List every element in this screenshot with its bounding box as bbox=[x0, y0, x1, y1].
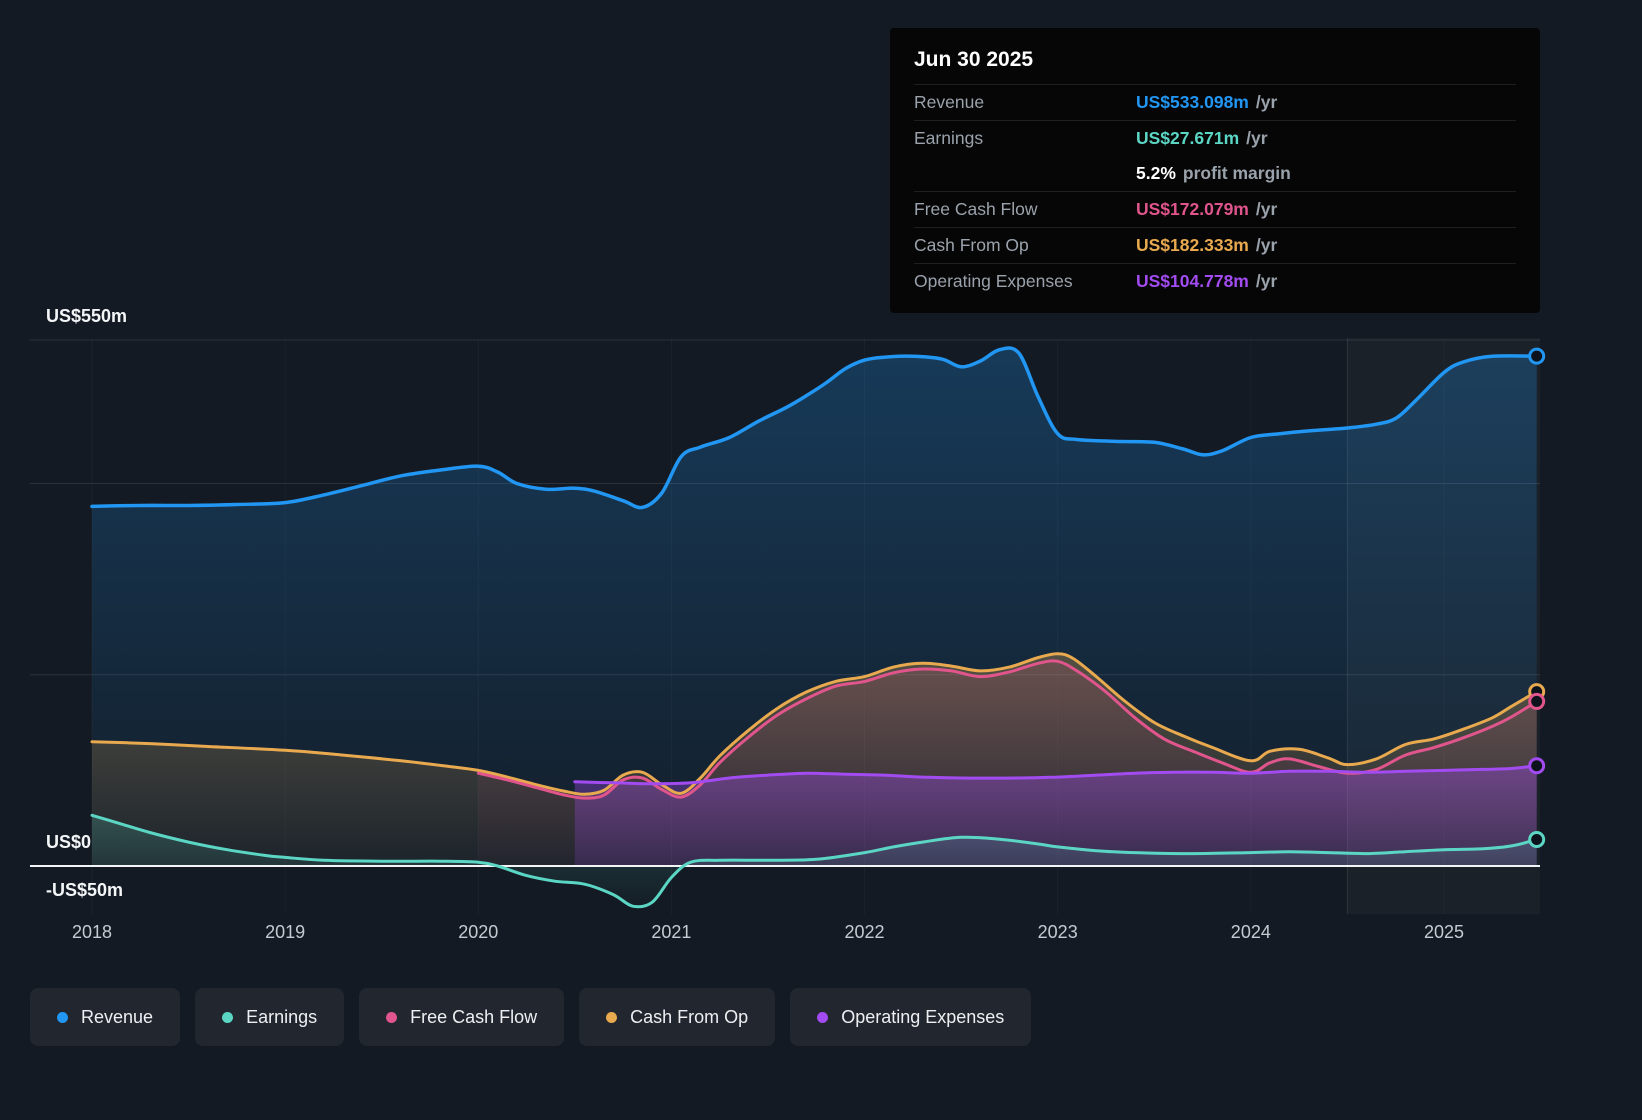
x-axis-label-2024: 2024 bbox=[1230, 922, 1271, 942]
tooltip-row-value: US$172.079m bbox=[1136, 199, 1249, 219]
legend-dot-icon bbox=[606, 1011, 618, 1023]
tooltip-row-value: US$27.671m bbox=[1136, 128, 1240, 148]
x-axis-label-2019: 2019 bbox=[265, 922, 306, 942]
tooltip-row-label: Earnings bbox=[914, 128, 984, 148]
tooltip-date: Jun 30 2025 bbox=[914, 48, 1034, 71]
legend-item-revenue[interactable]: Revenue bbox=[30, 988, 181, 1046]
legend-label: Cash From Op bbox=[630, 1006, 749, 1027]
legend-item-earnings[interactable]: Earnings bbox=[195, 988, 345, 1046]
end-marker-operating-expenses[interactable] bbox=[1528, 757, 1546, 775]
end-marker-revenue[interactable] bbox=[1528, 347, 1546, 365]
legend-label: Free Cash Flow bbox=[410, 1006, 538, 1027]
tooltip-rows: Revenue US$533.098m/yr Earnings US$27.671m /… bbox=[914, 84, 1516, 299]
tooltip-row-value: US$533.098m bbox=[1136, 92, 1249, 112]
tooltip-row-suffix: /yr bbox=[1246, 128, 1268, 148]
tooltip-row-label: Cash From Op bbox=[914, 235, 1029, 255]
tooltip-row-value: US$104.778m bbox=[1136, 271, 1249, 291]
x-axis-label-2022: 2022 bbox=[844, 922, 885, 942]
tooltip-row-suffix: profit margin bbox=[1182, 163, 1291, 183]
legend-label: Earnings bbox=[246, 1006, 318, 1027]
legend: Revenue Earnings Free Cash Flow Cash From O… bbox=[30, 988, 1032, 1046]
y-axis-label: US$0 bbox=[46, 832, 92, 852]
series-areas bbox=[92, 348, 1537, 907]
legend-item-cash-from-op[interactable]: Cash From Op bbox=[579, 988, 776, 1046]
financials-chart-page: Jun 30 2025 Revenue US$533.098m/yr Earning… bbox=[0, 0, 1642, 1120]
tooltip-row-suffix: /yr bbox=[1255, 199, 1278, 219]
tooltip-row-earnings: Earnings US$27.671m/yr bbox=[914, 120, 1516, 156]
tooltip-panel: Jun 30 2025 Revenue US$533.098m/yr Earning… bbox=[890, 28, 1540, 313]
tooltip-row-suffix: /yr bbox=[1255, 92, 1278, 112]
tooltip-row-suffix: /yr bbox=[1255, 271, 1278, 291]
tooltip-row-free-cash-flow: Free Cash Flow US$172.079m/yr bbox=[914, 191, 1516, 227]
legend-label: Operating Expenses bbox=[841, 1006, 1005, 1027]
tooltip-row-cash-from-op: Cash From Op US$182.333m/yr bbox=[914, 227, 1516, 263]
tooltip-row-label: Revenue bbox=[914, 92, 985, 112]
legend-item-operating-expenses[interactable]: Operating Expenses bbox=[790, 988, 1032, 1046]
tooltip-row-value: 5.2% bbox=[1136, 163, 1176, 183]
tooltip-row-profit-margin: 5.2% profit margin bbox=[914, 156, 1516, 191]
legend-dot-icon bbox=[222, 1011, 234, 1023]
end-marker-earnings[interactable] bbox=[1528, 831, 1546, 849]
tooltip-row-operating-expenses: Operating Expenses US$104.778m/yr bbox=[914, 263, 1516, 299]
tooltip-row-label: Operating Expenses bbox=[914, 271, 1073, 291]
end-marker-free-cash-flow[interactable] bbox=[1528, 692, 1546, 710]
legend-dot-icon bbox=[57, 1011, 68, 1023]
x-axis-label-2021: 2021 bbox=[651, 922, 692, 942]
tooltip-row-suffix: /yr bbox=[1255, 235, 1278, 255]
y-axis-label: -US$50m bbox=[46, 879, 124, 900]
x-axis-label-2023: 2023 bbox=[1037, 922, 1078, 942]
x-axis-label-2020: 2020 bbox=[458, 922, 499, 942]
tooltip-row-revenue: Revenue US$533.098m/yr bbox=[914, 84, 1516, 120]
legend-item-free-cash-flow[interactable]: Free Cash Flow bbox=[359, 988, 565, 1046]
legend-dot-icon bbox=[817, 1011, 829, 1023]
legend-dot-icon bbox=[386, 1011, 398, 1023]
tooltip-row-value: US$182.333m bbox=[1136, 235, 1249, 255]
x-axis-label-2018: 2018 bbox=[71, 922, 113, 942]
x-axis-label-2025: 2025 bbox=[1423, 922, 1464, 942]
tooltip-row-label: Free Cash Flow bbox=[914, 199, 1038, 219]
y-axis-label: US$550m bbox=[46, 306, 128, 326]
legend-label: Revenue bbox=[81, 1006, 154, 1027]
